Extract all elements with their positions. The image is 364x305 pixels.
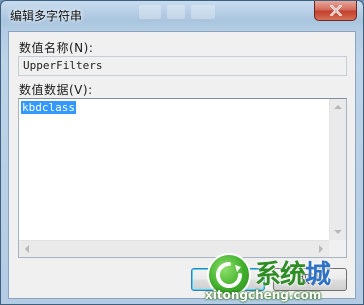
value-name-label: 数值名称(N): bbox=[19, 41, 94, 55]
scroll-down-icon[interactable] bbox=[330, 224, 346, 240]
title-bar[interactable]: 编辑多字符串 bbox=[1, 1, 363, 31]
vertical-scrollbar[interactable] bbox=[329, 99, 346, 240]
background-blur-3 bbox=[191, 5, 215, 19]
close-button[interactable] bbox=[314, 1, 357, 21]
watermark-brand-part2: 城 bbox=[305, 260, 331, 290]
value-data-textarea[interactable]: kbdclass bbox=[18, 98, 347, 258]
value-data-label: 数值数据(V): bbox=[19, 83, 93, 97]
scroll-up-icon[interactable] bbox=[330, 99, 346, 115]
background-blur-1 bbox=[139, 5, 161, 19]
watermark-site: xitongcheng.com bbox=[205, 288, 322, 302]
window-title: 编辑多字符串 bbox=[10, 9, 83, 23]
watermark-brand-part1: 系统 bbox=[255, 260, 306, 290]
watermark-brand: 系统城 bbox=[255, 254, 331, 291]
scroll-left-icon[interactable] bbox=[19, 241, 35, 257]
close-icon bbox=[329, 5, 342, 16]
background-blur-2 bbox=[167, 5, 185, 19]
value-data-selected-text[interactable]: kbdclass bbox=[21, 101, 76, 114]
value-name-field[interactable]: UpperFilters bbox=[18, 56, 347, 76]
site-watermark: 系统城 xitongcheng.com bbox=[203, 253, 363, 305]
